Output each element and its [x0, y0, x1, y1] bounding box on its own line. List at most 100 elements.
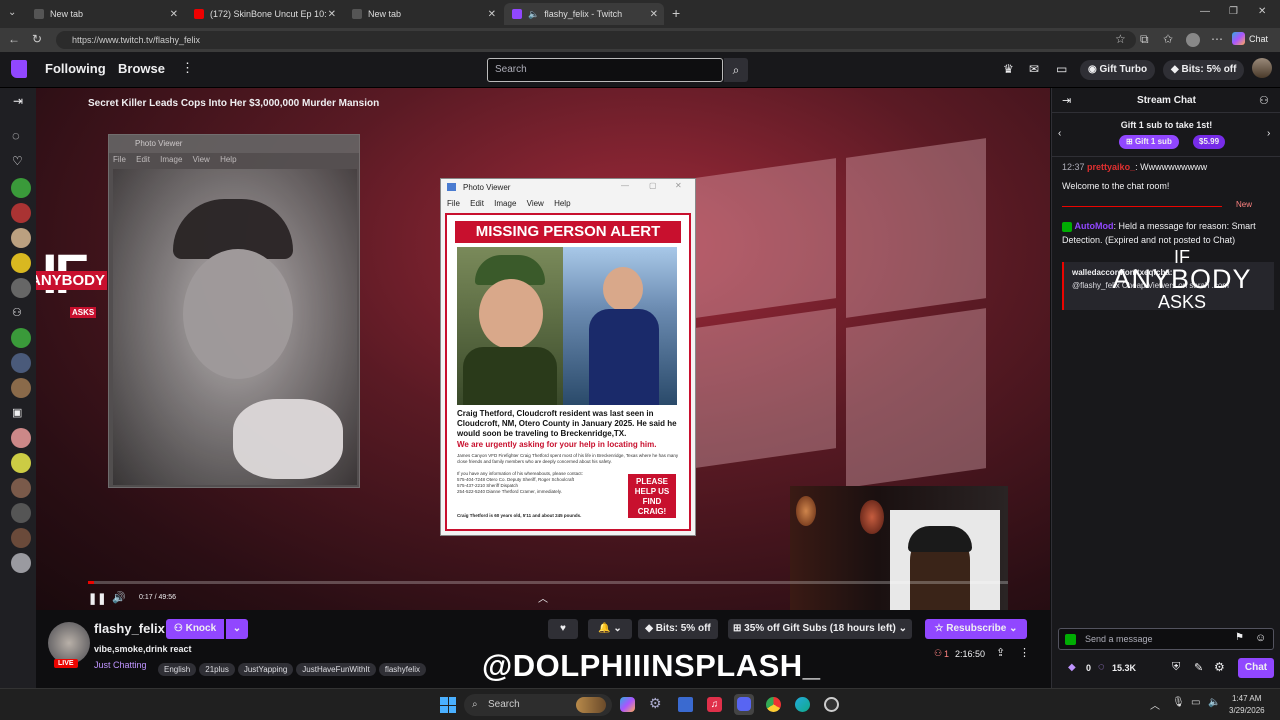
channel-avatar[interactable]: [11, 503, 31, 523]
store-app-icon[interactable]: [678, 697, 693, 712]
minimize-icon[interactable]: —: [1200, 6, 1210, 17]
gift-one-sub-button[interactable]: ⊞ Gift 1 sub: [1119, 135, 1179, 149]
whispers-icon[interactable]: ▭: [1056, 62, 1067, 76]
tag-english[interactable]: English: [158, 663, 197, 676]
channel-avatar[interactable]: [11, 553, 31, 573]
favorites-icon[interactable]: ✩: [1163, 32, 1173, 46]
twitch-logo-icon[interactable]: [11, 60, 27, 78]
gift-turbo-button[interactable]: ◉ Gift Turbo: [1080, 60, 1156, 80]
prime-loot-icon[interactable]: ♛: [1003, 62, 1014, 76]
notifications-button[interactable]: 🔔 ⌄: [588, 619, 632, 639]
channel-avatar[interactable]: [11, 203, 31, 223]
stream-category[interactable]: Just Chatting: [94, 660, 147, 670]
gift-subs-button[interactable]: ⊞ 35% off Gift Subs (18 hours left) ⌄: [728, 619, 912, 639]
tab-close-icon[interactable]: ✕: [650, 9, 658, 20]
recommended-icon[interactable]: ◌: [12, 128, 20, 143]
volume-icon[interactable]: 🔊: [112, 591, 126, 604]
emote-picker-icon[interactable]: ☺: [1255, 632, 1266, 644]
expand-sidebar-icon[interactable]: ⇥: [13, 94, 23, 108]
knock-dropdown-button[interactable]: ⌄: [226, 619, 248, 639]
add-friend-icon[interactable]: ⚇: [12, 306, 22, 319]
nav-browse[interactable]: Browse: [118, 61, 165, 76]
video-camera-icon[interactable]: ▣: [12, 406, 22, 419]
channel-avatar[interactable]: [11, 528, 31, 548]
channel-points[interactable]: 15.3K: [1112, 663, 1136, 673]
restore-icon[interactable]: ❐: [1229, 6, 1238, 17]
tab-close-icon[interactable]: ✕: [170, 9, 178, 20]
chat-input[interactable]: Send a message ⚑ ☺: [1058, 628, 1274, 650]
clock-date[interactable]: 3/29/2026: [1229, 706, 1265, 715]
more-menu-icon[interactable]: ⋯: [1211, 32, 1223, 46]
copilot-chat-button[interactable]: Chat: [1232, 32, 1268, 45]
bits-discount-button[interactable]: ◆ Bits: 5% off: [638, 619, 718, 639]
video-player[interactable]: Secret Killer Leads Cops Into Her $3,000…: [36, 88, 1050, 610]
nav-following[interactable]: Following: [45, 61, 106, 76]
follow-heart-button[interactable]: ♥: [548, 619, 578, 639]
microphone-icon[interactable]: 🎙: [1172, 697, 1185, 708]
more-options-icon[interactable]: ⋮: [1019, 646, 1030, 659]
channel-avatar[interactable]: [11, 428, 31, 448]
channel-avatar[interactable]: [11, 378, 31, 398]
close-window-icon[interactable]: ✕: [1258, 6, 1266, 17]
community-icon[interactable]: ⚇: [1259, 94, 1269, 107]
discord-app-icon[interactable]: [734, 694, 754, 715]
nav-more-icon[interactable]: ⋮: [181, 60, 194, 76]
chat-send-button[interactable]: Chat: [1238, 658, 1274, 678]
tab-youtube[interactable]: (172) SkinBone Uncut Ep 10: Blue H ✕: [186, 3, 342, 25]
chevron-right-icon[interactable]: ›: [1267, 128, 1270, 139]
chat-settings-gear-icon[interactable]: ⚙: [1214, 660, 1225, 674]
url-field[interactable]: https://www.twitch.tv/flashy_felix: [56, 31, 1136, 49]
pause-icon[interactable]: ❚❚: [88, 592, 106, 605]
back-arrow-icon[interactable]: ←: [8, 32, 20, 46]
network-icon[interactable]: ▭: [1191, 697, 1200, 708]
tab-new-1[interactable]: New tab ✕: [26, 3, 184, 25]
reload-icon[interactable]: ↻: [32, 32, 42, 46]
inbox-icon[interactable]: ✉: [1029, 62, 1039, 76]
profile-avatar-icon[interactable]: [1186, 33, 1200, 47]
extensions-icon[interactable]: ⧉: [1140, 32, 1149, 47]
settings-app-icon[interactable]: ⚙: [649, 695, 662, 712]
search-input[interactable]: Search: [487, 58, 723, 82]
tag-flashyfelix[interactable]: flashyfelix: [378, 663, 426, 676]
channel-name[interactable]: flashy_felix: [94, 621, 165, 636]
tab-twitch[interactable]: 🔈 flashy_felix - Twitch ✕: [504, 3, 664, 25]
channel-avatar[interactable]: [11, 478, 31, 498]
bits-cheer-icon[interactable]: ⚑: [1235, 632, 1244, 643]
channel-avatar[interactable]: [11, 228, 31, 248]
windows-start-icon[interactable]: [440, 697, 456, 713]
bits-button[interactable]: ◆ Bits: 5% off: [1163, 60, 1245, 80]
share-icon[interactable]: ⇪: [996, 646, 1005, 659]
music-app-icon[interactable]: ♫: [707, 697, 722, 712]
channel-avatar[interactable]: [11, 178, 31, 198]
tag-21plus[interactable]: 21plus: [199, 663, 235, 676]
user-avatar[interactable]: [1252, 58, 1272, 78]
tab-new-2[interactable]: New tab ✕: [344, 3, 502, 25]
knock-button[interactable]: ⚇ Knock: [166, 619, 224, 639]
tray-chevron-up-icon[interactable]: ︿: [1150, 697, 1160, 712]
favorite-star-icon[interactable]: ☆: [1115, 32, 1126, 46]
message-user[interactable]: prettyaiko_: [1087, 162, 1135, 172]
tab-list-chevron-icon[interactable]: ⌄: [8, 7, 16, 18]
obs-app-icon[interactable]: [824, 697, 839, 712]
channel-avatar[interactable]: [11, 278, 31, 298]
copilot-app-icon[interactable]: [620, 697, 635, 712]
taskbar-search[interactable]: ⌕ Search: [464, 694, 612, 716]
tab-close-icon[interactable]: ✕: [488, 9, 496, 20]
channel-avatar[interactable]: [11, 453, 31, 473]
seek-bar[interactable]: [88, 581, 1008, 584]
shield-mode-icon[interactable]: ⛨: [1172, 661, 1180, 674]
channel-points-icon[interactable]: ◌: [1098, 661, 1105, 673]
new-tab-plus-icon[interactable]: +: [672, 5, 680, 21]
channel-avatar-large[interactable]: [48, 622, 90, 664]
tab-close-icon[interactable]: ✕: [328, 9, 336, 20]
search-button[interactable]: ⌕: [724, 58, 748, 82]
channel-avatar[interactable]: [11, 353, 31, 373]
tag-justhavefunwithit[interactable]: JustHaveFunWithIt: [296, 663, 376, 676]
resubscribe-button[interactable]: ☆ Resubscribe ⌄: [925, 619, 1027, 639]
chrome-app-icon[interactable]: [766, 697, 781, 712]
channel-avatar[interactable]: [11, 328, 31, 348]
volume-tray-icon[interactable]: 🔈: [1208, 697, 1220, 708]
chevron-up-icon[interactable]: ︿: [538, 590, 548, 605]
channel-avatar[interactable]: [11, 253, 31, 273]
pen-icon[interactable]: ✎: [1194, 661, 1203, 674]
